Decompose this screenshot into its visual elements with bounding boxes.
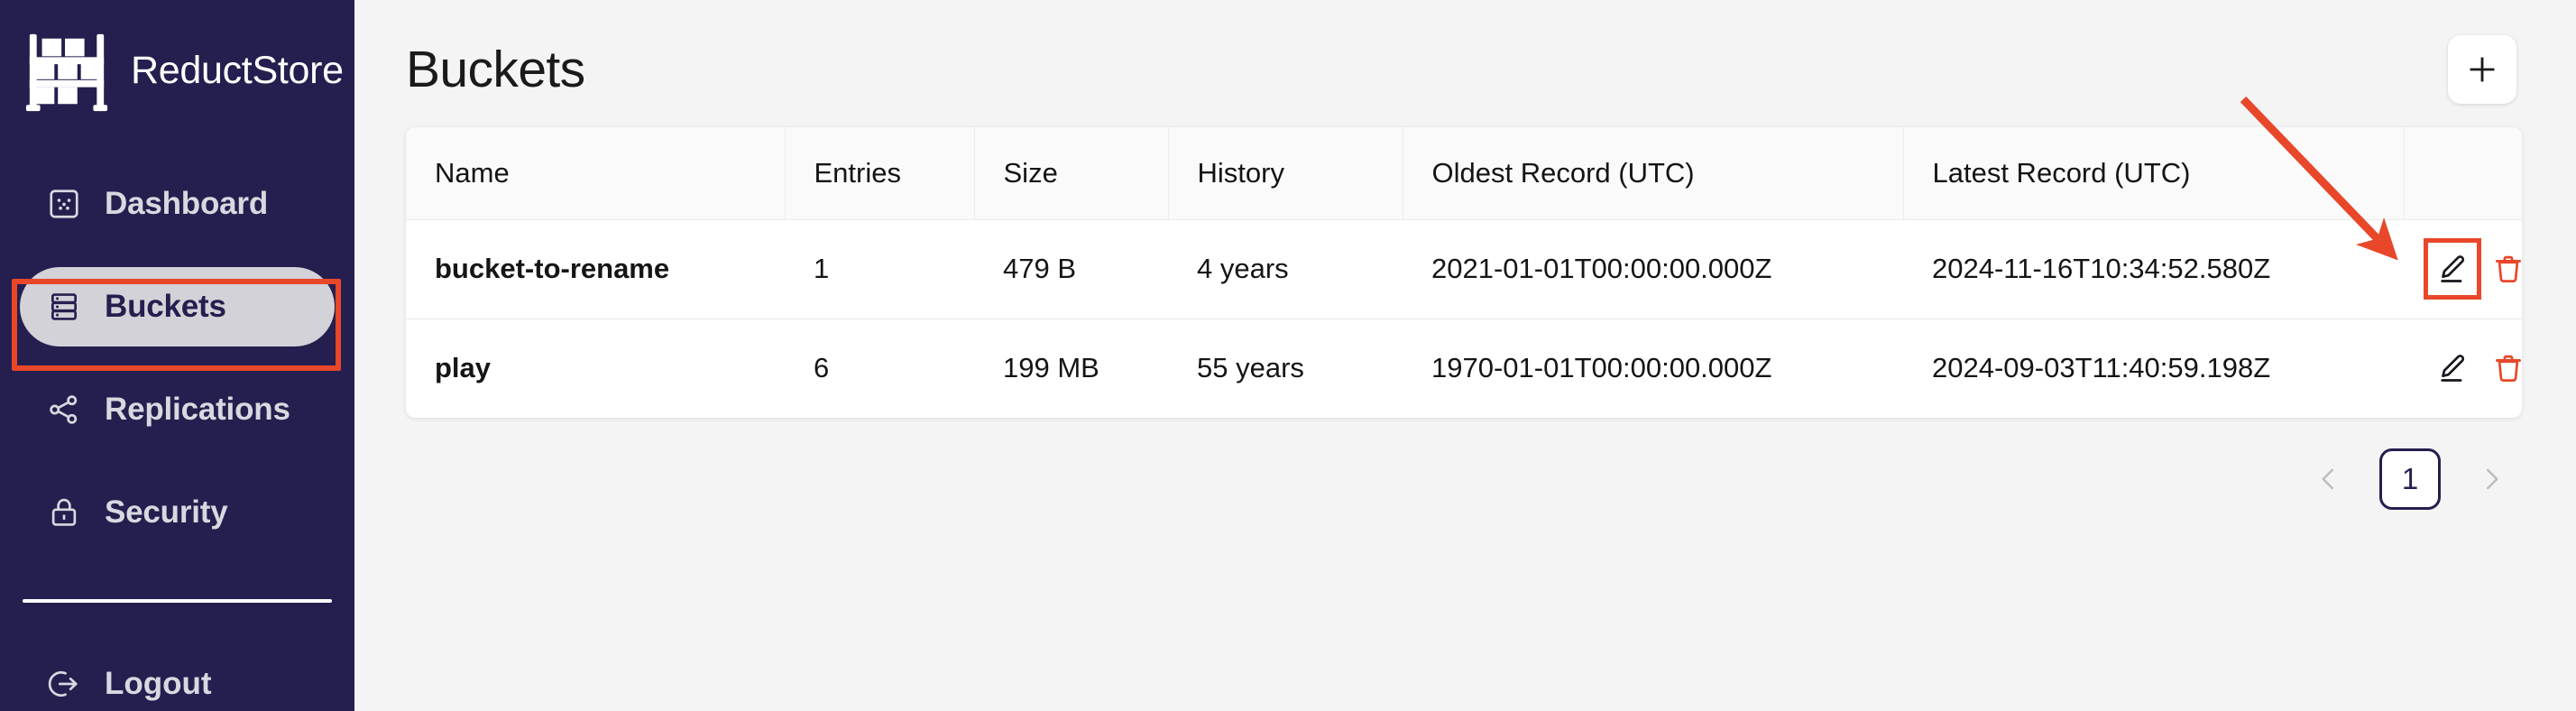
pagination-page-1[interactable]: 1 <box>2379 448 2441 510</box>
column-header-entries[interactable]: Entries <box>785 127 975 220</box>
shelf-rack-icon <box>23 27 111 114</box>
cell-entries: 1 <box>785 219 974 319</box>
cell-oldest-record: 2021-01-01T00:00:00.000Z <box>1403 219 1903 319</box>
table-header-row: Name Entries Size History Oldest Record … <box>406 127 2522 220</box>
buckets-table-card: Name Entries Size History Oldest Record … <box>406 127 2522 418</box>
edit-bucket-button[interactable] <box>2424 238 2481 300</box>
page-header: Buckets <box>406 0 2522 127</box>
table-body: bucket-to-rename 1 479 B 4 years 2021-01… <box>406 219 2522 418</box>
column-header-actions <box>2404 127 2522 220</box>
chevron-right-icon <box>2478 466 2505 493</box>
sidebar-item-label: Security <box>105 494 228 530</box>
logout-label: Logout <box>105 666 212 701</box>
dashboard-icon <box>47 187 81 221</box>
table-header: Name Entries Size History Oldest Record … <box>406 127 2522 220</box>
sidebar: ReductStore Dashboard Buckets Replicatio… <box>0 0 354 711</box>
pagination-next-button[interactable] <box>2471 459 2511 499</box>
table-row[interactable]: play 6 199 MB 55 years 1970-01-01T00:00:… <box>406 319 2522 418</box>
sidebar-item-label: Replications <box>105 392 290 427</box>
sidebar-item-replications[interactable]: Replications <box>20 370 335 449</box>
cell-oldest-record: 1970-01-01T00:00:00.000Z <box>1431 352 1772 384</box>
edit-bucket-button[interactable] <box>2436 350 2469 386</box>
cell-size: 479 B <box>974 219 1168 319</box>
cell-size: 199 MB <box>1003 352 1099 384</box>
column-header-name[interactable]: Name <box>406 127 786 220</box>
column-header-history[interactable]: History <box>1168 127 1403 220</box>
add-bucket-button[interactable] <box>2448 34 2516 104</box>
trash-icon <box>2492 253 2522 285</box>
pagination-prev-button[interactable] <box>2309 459 2349 499</box>
buckets-table: Name Entries Size History Oldest Record … <box>406 127 2522 418</box>
brand-logo[interactable]: ReductStore <box>0 0 354 112</box>
logout-button[interactable]: Logout <box>0 648 354 711</box>
lock-icon <box>47 495 81 530</box>
cell-latest-record: 2024-09-03T11:40:59.198Z <box>1932 352 2271 384</box>
cell-history: 4 years <box>1168 219 1403 319</box>
pagination: 1 <box>406 418 2522 510</box>
column-header-latest[interactable]: Latest Record (UTC) <box>1903 127 2405 220</box>
trash-icon <box>2492 352 2522 384</box>
pencil-edit-icon <box>2436 253 2469 285</box>
sidebar-item-dashboard[interactable]: Dashboard <box>20 164 335 244</box>
chevron-left-icon <box>2315 466 2342 493</box>
sidebar-item-security[interactable]: Security <box>20 473 335 552</box>
sidebar-divider <box>23 599 332 603</box>
annotation-box-buckets <box>12 279 341 371</box>
column-header-oldest[interactable]: Oldest Record (UTC) <box>1403 127 1904 220</box>
cell-bucket-name: bucket-to-rename <box>406 219 785 319</box>
share-nodes-icon <box>47 392 81 427</box>
delete-bucket-button[interactable] <box>2492 251 2522 287</box>
page-title: Buckets <box>406 40 585 98</box>
brand-name: ReductStore <box>131 48 344 92</box>
main-content: Buckets Name Entries Size History Oldest… <box>354 0 2576 711</box>
logout-icon <box>47 667 81 701</box>
column-header-size[interactable]: Size <box>974 127 1169 220</box>
app-root: ReductStore Dashboard Buckets Replicatio… <box>0 0 2576 711</box>
cell-entries: 6 <box>814 352 830 384</box>
cell-latest-record: 2024-11-16T10:34:52.580Z <box>1903 219 2404 319</box>
cell-bucket-name: play <box>435 352 492 384</box>
table-row[interactable]: bucket-to-rename 1 479 B 4 years 2021-01… <box>406 219 2522 319</box>
cell-actions <box>2404 319 2522 418</box>
pencil-edit-icon <box>2436 352 2469 384</box>
plus-icon <box>2466 53 2498 86</box>
cell-actions <box>2404 219 2522 319</box>
cell-history: 55 years <box>1197 352 1304 384</box>
sidebar-item-label: Dashboard <box>105 186 269 221</box>
delete-bucket-button[interactable] <box>2492 350 2522 386</box>
